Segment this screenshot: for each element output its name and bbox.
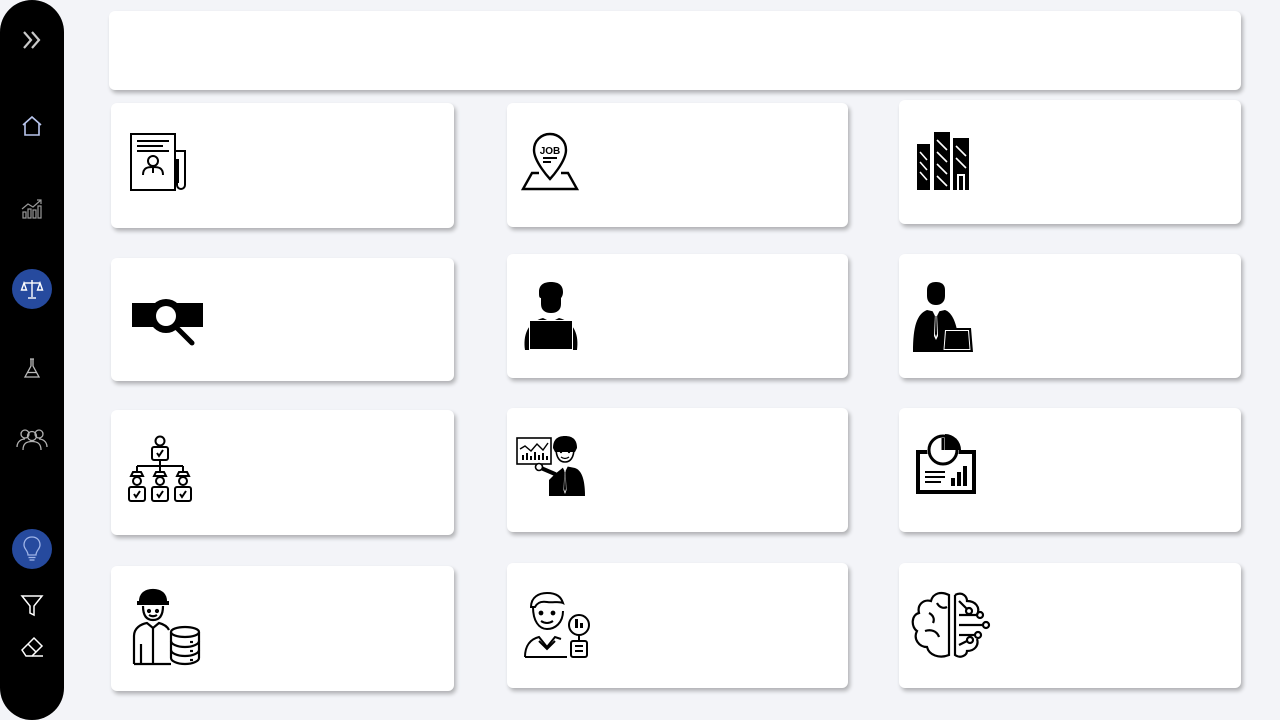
analyst-magnifier-icon [524, 591, 590, 658]
tile-reports[interactable] [899, 408, 1241, 532]
org-hierarchy-icon [128, 435, 192, 502]
expand-sidebar-button[interactable] [12, 20, 52, 60]
expand-chevrons-icon [23, 31, 41, 49]
presenter-chart-icon [516, 436, 585, 496]
report-pie-bar-icon [916, 434, 976, 494]
nav-ideas[interactable] [12, 529, 52, 569]
office-buildings-icon [917, 132, 969, 190]
tile-businessman[interactable] [899, 254, 1241, 378]
tile-ai[interactable] [899, 563, 1241, 688]
tile-data-analyst[interactable] [507, 563, 848, 688]
people-group-icon [16, 429, 48, 451]
businessman-laptop-icon [913, 282, 973, 352]
job-pin-text: JOB [540, 146, 561, 157]
flask-icon [23, 358, 41, 378]
tile-search[interactable] [111, 258, 454, 381]
tile-remote-worker[interactable] [507, 254, 848, 378]
nav-lab[interactable] [12, 348, 52, 388]
nav-home[interactable] [12, 106, 52, 146]
sidebar [0, 0, 64, 720]
growth-chart-icon [21, 199, 42, 219]
tile-org-structure[interactable] [111, 410, 454, 535]
engineer-database-icon [132, 588, 201, 666]
person-laptop-icon [524, 282, 578, 350]
tile-data-engineer[interactable] [111, 566, 454, 691]
ai-brain-circuit-icon [911, 591, 991, 658]
nav-balance[interactable] [12, 269, 52, 309]
nav-growth[interactable] [12, 188, 52, 228]
filter-button[interactable] [12, 585, 52, 625]
tile-resume[interactable] [111, 103, 454, 228]
tile-presentation[interactable] [507, 408, 848, 532]
job-location-pin-icon: JOB [521, 132, 579, 191]
eraser-icon [21, 636, 44, 657]
eraser-button[interactable] [12, 627, 52, 667]
header-bar [109, 11, 1241, 90]
tile-companies[interactable] [899, 100, 1241, 224]
search-magnifier-icon [132, 299, 203, 346]
lightbulb-icon [23, 536, 41, 561]
resume-document-icon [130, 133, 186, 191]
nav-people[interactable] [12, 419, 52, 459]
filter-icon [20, 595, 44, 617]
tile-job-location[interactable]: JOB [507, 103, 848, 227]
balance-scale-icon [20, 280, 44, 299]
home-icon [22, 115, 42, 136]
